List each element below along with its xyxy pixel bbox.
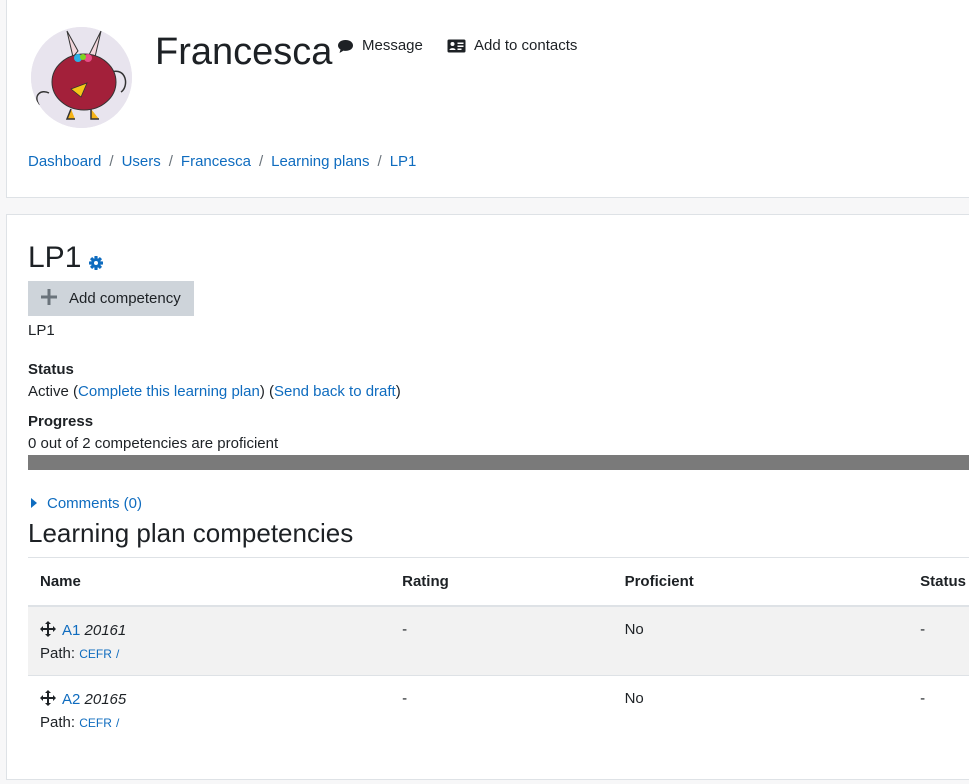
- status-cell: -: [908, 675, 969, 744]
- caret-right-icon: [31, 495, 37, 512]
- add-competency-button[interactable]: Add competency: [28, 281, 194, 316]
- competency-name-cell: A2 20165 Path: CEFR /: [28, 675, 391, 744]
- add-competency-label: Add competency: [69, 290, 181, 307]
- plan-title: LP1: [28, 241, 82, 274]
- path-label: Path:: [40, 714, 76, 731]
- competencies-table: Name Rating Proficient Status A1 20161 P…: [28, 557, 969, 744]
- table-header-row: Name Rating Proficient Status: [28, 557, 969, 607]
- competency-idnumber: 20165: [84, 691, 127, 708]
- plus-icon: [41, 288, 57, 309]
- message-button[interactable]: Message: [337, 37, 423, 55]
- path-framework-link[interactable]: CEFR: [79, 716, 112, 730]
- plan-title-row: LP1: [28, 237, 104, 279]
- column-header-name[interactable]: Name: [28, 557, 391, 607]
- competency-idnumber: 20161: [84, 622, 127, 639]
- competency-link[interactable]: A2: [62, 691, 80, 708]
- add-to-contacts-label: Add to contacts: [474, 37, 578, 54]
- breadcrumb-users[interactable]: Users: [122, 153, 161, 170]
- breadcrumb-separator: /: [377, 153, 382, 170]
- proficient-cell: No: [612, 675, 909, 744]
- path-separator: /: [116, 647, 120, 661]
- status-line: Active (Complete this learning plan) (Se…: [28, 383, 401, 400]
- breadcrumb-separator: /: [168, 153, 173, 170]
- breadcrumb-dashboard[interactable]: Dashboard: [28, 153, 101, 170]
- status-label: Status: [28, 361, 74, 378]
- breadcrumb: Dashboard / Users / Francesca / Learning…: [28, 153, 416, 170]
- breadcrumb-separator: /: [109, 153, 114, 170]
- rating-cell: -: [390, 605, 613, 676]
- column-header-status[interactable]: Status: [908, 557, 969, 607]
- message-label: Message: [362, 37, 423, 54]
- proficient-cell: No: [612, 605, 909, 676]
- competencies-section-title: Learning plan competencies: [28, 518, 354, 548]
- path-separator: /: [116, 716, 120, 730]
- competency-path: Path: CEFR /: [40, 645, 378, 662]
- page-header: Francesca Message Add to contacts Dashbo…: [6, 0, 969, 198]
- gear-icon[interactable]: [89, 243, 104, 279]
- send-back-to-draft-link[interactable]: Send back to draft: [274, 383, 396, 400]
- add-to-contacts-button[interactable]: Add to contacts: [447, 37, 577, 55]
- contact-card-icon: [447, 39, 466, 53]
- move-icon[interactable]: [40, 690, 56, 706]
- main-content: LP1 Add competency LP1 Status Active (Co…: [6, 214, 969, 780]
- progress-text: 0 out of 2 competencies are proficient: [28, 435, 279, 452]
- user-avatar[interactable]: [31, 27, 132, 128]
- breadcrumb-current-plan[interactable]: LP1: [390, 153, 417, 170]
- competency-path: Path: CEFR /: [40, 714, 378, 731]
- competency-name-cell: A1 20161 Path: CEFR /: [28, 605, 391, 676]
- comments-link[interactable]: Comments (0): [47, 495, 142, 512]
- table-row: A1 20161 Path: CEFR / - No -: [28, 605, 969, 676]
- competency-link[interactable]: A1: [62, 622, 80, 639]
- progress-bar: [28, 455, 969, 470]
- column-header-proficient[interactable]: Proficient: [612, 557, 909, 607]
- move-icon[interactable]: [40, 621, 56, 637]
- progress-label: Progress: [28, 413, 94, 430]
- path-label: Path:: [40, 645, 76, 662]
- message-icon: [337, 39, 354, 54]
- complete-plan-link[interactable]: Complete this learning plan: [78, 383, 260, 400]
- path-framework-link[interactable]: CEFR: [79, 647, 112, 661]
- plan-description: LP1: [28, 322, 55, 339]
- status-value: Active: [28, 383, 69, 400]
- table-row: A2 20165 Path: CEFR / - No -: [28, 675, 969, 744]
- breadcrumb-learning-plans[interactable]: Learning plans: [271, 153, 369, 170]
- user-name: Francesca: [155, 31, 333, 73]
- column-header-rating[interactable]: Rating: [390, 557, 613, 607]
- comments-toggle[interactable]: Comments (0): [31, 495, 142, 512]
- status-cell: -: [908, 605, 969, 676]
- breadcrumb-separator: /: [258, 153, 264, 170]
- breadcrumb-user[interactable]: Francesca: [181, 153, 251, 170]
- rating-cell: -: [390, 675, 613, 744]
